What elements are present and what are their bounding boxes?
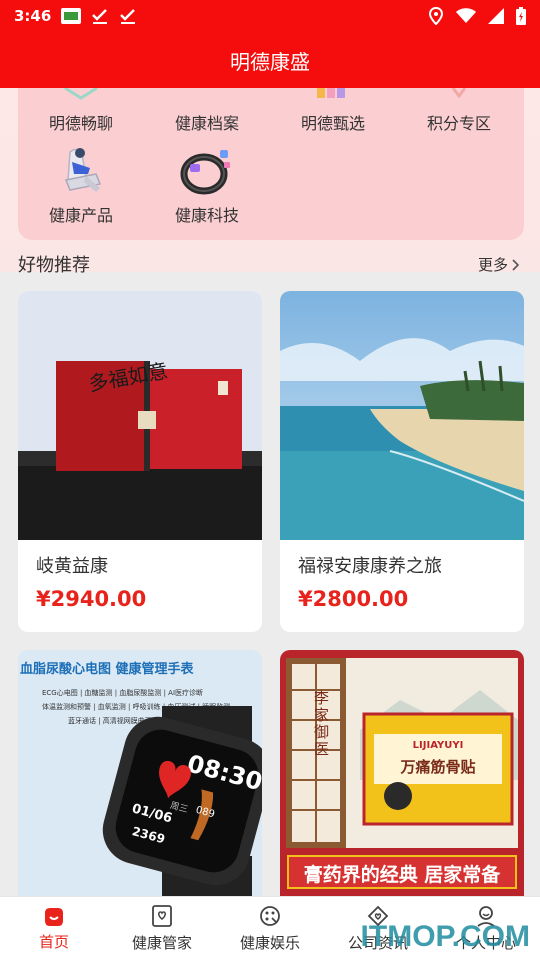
nav-label: 健康管家 — [131, 934, 192, 952]
nav-item-health-entertainment[interactable]: 健康娱乐 — [216, 897, 324, 960]
product-name: 岐黄益康 — [36, 556, 108, 577]
category-label: 明德甄选 — [300, 114, 365, 133]
heart-card-icon — [152, 905, 172, 927]
watermark: ITMOP.COM — [360, 920, 530, 953]
product-image-product: 万痛筋骨贴 — [400, 758, 476, 776]
category-item-chat[interactable]: 明德畅聊 — [18, 88, 144, 134]
product-card[interactable]: 福禄安康康养之旅 ¥2800.00 — [280, 291, 524, 632]
more-link[interactable]: 更多 — [478, 254, 520, 275]
wifi-icon — [456, 8, 476, 23]
chat-icon — [64, 88, 98, 100]
app-header: 明德康盛 — [0, 32, 540, 88]
product-card[interactable]: 血脂尿酸心电图 健康管理手表 ECG心电图 | 血糖监测 | 血脂尿酸监测 | … — [18, 650, 262, 896]
category-section: 明德畅聊 健康档案 明德甄选 积分专区 健康产品 健康科技 好物推荐 更多 — [0, 88, 540, 276]
category-label: 健康档案 — [174, 114, 239, 133]
check-download-icon — [92, 9, 108, 24]
category-item-health-products[interactable]: 健康产品 — [18, 144, 144, 226]
category-item-health-tech[interactable]: 健康科技 — [144, 144, 270, 226]
product-name: 福禄安康康养之旅 — [298, 556, 442, 577]
signal-icon — [488, 8, 504, 24]
product-image: 李家御医 LIJIAYUYI 万痛筋骨贴 膏药界的经典 居家常备 — [280, 650, 524, 896]
points-icon — [451, 88, 467, 99]
category-label: 健康产品 — [48, 206, 113, 225]
product-price: ¥2940.00 — [36, 587, 147, 611]
section-title: 好物推荐 — [18, 255, 90, 276]
chevron-right-icon — [512, 258, 520, 271]
app-badge-icon — [61, 8, 82, 24]
check-download-icon-2 — [120, 9, 136, 24]
product-image: 多福如意 — [18, 291, 262, 540]
product-image-feature: ECG心电图 | 血糖监测 | 血脂尿酸监测 | AI医疗诊断 — [42, 689, 204, 697]
product-image-title: 血脂尿酸心电图 健康管理手表 — [20, 662, 194, 677]
status-time: 3:46 — [14, 7, 52, 25]
status-bar: 3:46 — [0, 0, 540, 32]
product-image-slogan: 膏药界的经典 居家常备 — [303, 864, 501, 886]
page-title: 明德康盛 — [230, 49, 310, 74]
product-image-brand-vertical: 李家御医 — [314, 689, 330, 758]
nav-item-home[interactable]: 首页 — [0, 897, 108, 960]
home-icon — [45, 908, 63, 926]
nav-label: 健康娱乐 — [239, 934, 300, 952]
massage-chair-icon — [64, 148, 102, 192]
category-item-points[interactable]: 积分专区 — [396, 88, 522, 134]
selection-icon — [317, 88, 345, 98]
product-image: 血脂尿酸心电图 健康管理手表 ECG心电图 | 血糖监测 | 血脂尿酸监测 | … — [18, 650, 262, 896]
location-icon — [428, 7, 444, 25]
product-image — [280, 291, 524, 540]
category-label: 积分专区 — [426, 114, 491, 133]
category-item-health-record[interactable]: 健康档案 — [144, 88, 270, 134]
product-card[interactable]: 多福如意 岐黄益康 ¥2940.00 — [18, 291, 262, 632]
nav-item-health-manager[interactable]: 健康管家 — [108, 897, 216, 960]
smart-ring-icon — [180, 150, 230, 195]
health-record-icon — [144, 88, 270, 102]
main-scroll[interactable]: 明德畅聊 健康档案 明德甄选 积分专区 健康产品 健康科技 好物推荐 更多 多福… — [0, 88, 540, 896]
battery-icon — [516, 7, 526, 25]
entertainment-icon — [260, 906, 280, 926]
category-grid: 明德畅聊 健康档案 明德甄选 积分专区 健康产品 健康科技 — [18, 88, 524, 240]
category-item-selection[interactable]: 明德甄选 — [270, 88, 396, 134]
product-image-brand-latin: LIJIAYUYI — [412, 740, 464, 751]
product-price: ¥2800.00 — [298, 587, 409, 611]
product-card[interactable]: 李家御医 LIJIAYUYI 万痛筋骨贴 膏药界的经典 居家常备 — [280, 650, 524, 896]
nav-label: 首页 — [38, 933, 69, 951]
category-label: 明德畅聊 — [48, 114, 113, 133]
category-label: 健康科技 — [174, 206, 239, 225]
more-label: 更多 — [477, 256, 508, 274]
